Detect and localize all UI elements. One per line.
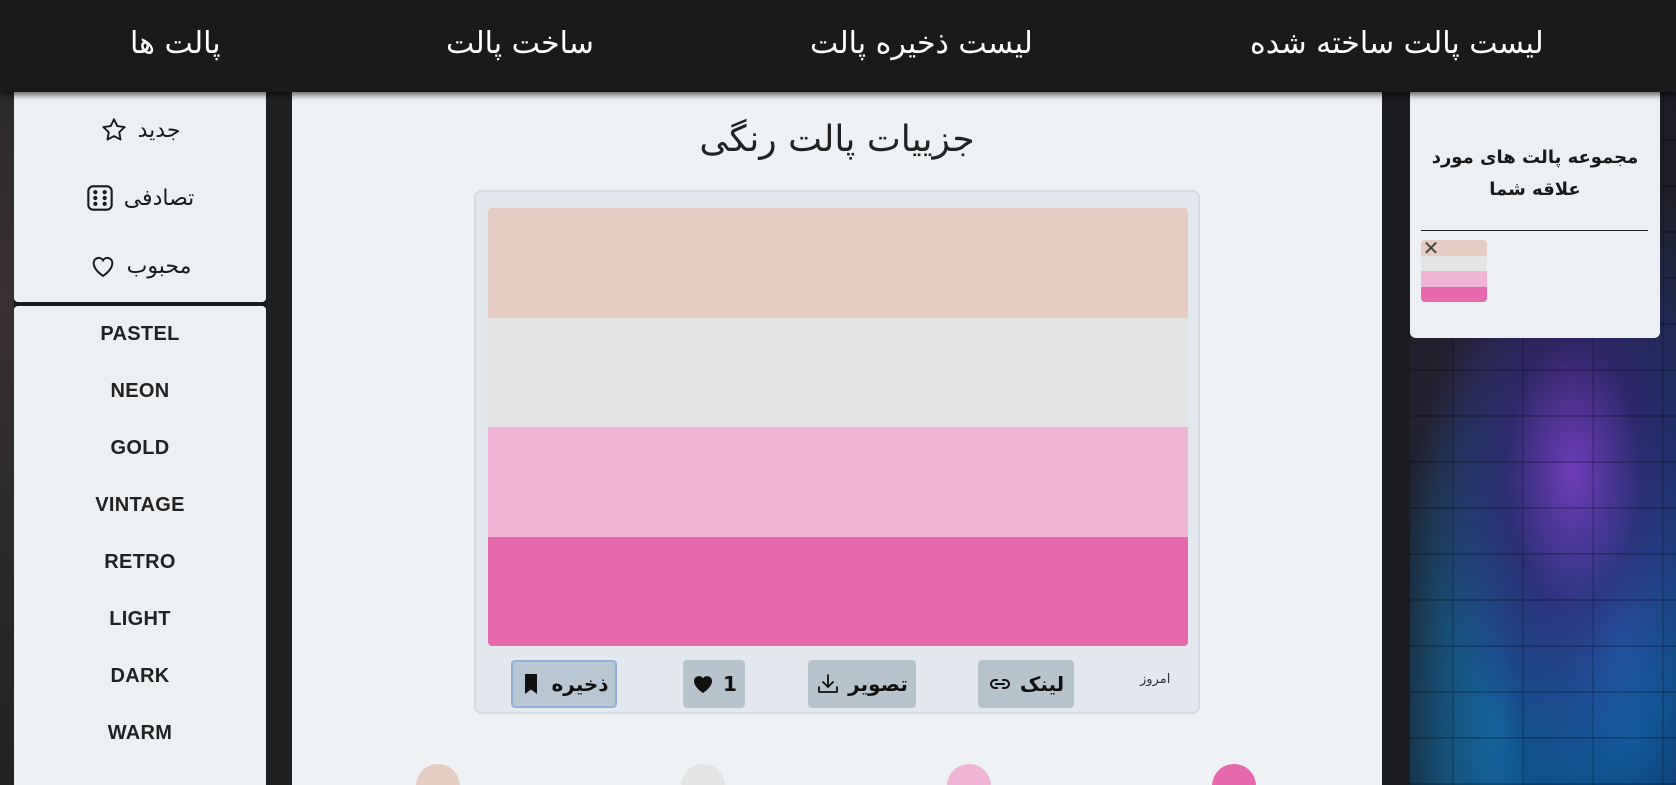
heart-icon <box>694 676 713 693</box>
thumb-swatch <box>1421 286 1487 302</box>
category-dark[interactable]: DARK <box>14 659 266 693</box>
divider <box>1421 230 1648 231</box>
nav-created-list[interactable]: لیست پالت ساخته شده <box>1250 22 1544 66</box>
save-button[interactable]: ذخیره <box>511 660 617 708</box>
palette-swatch[interactable] <box>488 208 1188 318</box>
image-label: تصویر <box>848 672 908 696</box>
palette-detail-panel: جزییات پالت رنگی ذخیره 1 تصویر لینک امرو… <box>292 92 1382 785</box>
bookmark-icon <box>525 674 538 694</box>
sidebar-item-new[interactable]: جدید <box>14 110 266 150</box>
heart-icon <box>92 256 113 278</box>
link-label: لینک <box>1019 672 1065 696</box>
top-navbar: پالت ها ساخت پالت لیست ذخیره پالت لیست پ… <box>0 0 1676 92</box>
link-icon <box>989 679 1010 689</box>
sidebar-item-label: محبوب <box>126 253 192 279</box>
favorites-title: مجموعه پالت های مورد علاقه شما <box>1431 147 1639 200</box>
background-left <box>0 90 14 785</box>
category-light[interactable]: LIGHT <box>14 602 266 636</box>
background-gutter-right <box>1382 90 1410 785</box>
category-retro[interactable]: RETRO <box>14 545 266 579</box>
close-icon[interactable]: ✕ <box>1421 238 1441 258</box>
sidebar-item-random[interactable]: تصادفی <box>14 178 266 218</box>
sidebar-sort-card: جدید تصادفی محبوب <box>14 92 266 302</box>
category-pastel[interactable]: PASTEL <box>14 317 266 351</box>
palette-swatch[interactable] <box>488 427 1188 537</box>
like-count: 1 <box>723 672 737 696</box>
sidebar-item-label: جدید <box>137 117 181 143</box>
nav-palettes[interactable]: پالت ها <box>130 22 221 66</box>
sidebar-item-label: تصادفی <box>123 185 195 211</box>
palette-swatch[interactable] <box>488 536 1188 646</box>
category-neon[interactable]: NEON <box>14 374 266 408</box>
category-gold[interactable]: GOLD <box>14 431 266 465</box>
palette-date: امروز <box>1140 672 1171 687</box>
color-dot[interactable] <box>416 764 460 785</box>
background-gutter <box>266 90 292 785</box>
download-image-button[interactable]: تصویر <box>808 660 916 708</box>
palette-card: ذخیره 1 تصویر لینک امروز <box>474 190 1200 714</box>
star-icon <box>102 118 126 141</box>
palette-swatch[interactable] <box>488 317 1188 427</box>
favorites-panel: مجموعه پالت های مورد علاقه شما ✕ <box>1410 92 1660 338</box>
page-title: جزییات پالت رنگی <box>699 119 975 160</box>
palette-preview <box>488 208 1188 646</box>
like-button[interactable]: 1 <box>683 660 745 708</box>
dice-icon <box>87 185 113 211</box>
nav-create-palette[interactable]: ساخت پالت <box>446 22 594 66</box>
color-dot[interactable] <box>681 764 725 785</box>
nav-saved-list[interactable]: لیست ذخیره پالت <box>810 22 1033 66</box>
thumb-swatch <box>1421 271 1487 287</box>
save-label: ذخیره <box>551 672 609 696</box>
category-vintage[interactable]: VINTAGE <box>14 488 266 522</box>
color-dot[interactable] <box>947 764 991 785</box>
color-dot[interactable] <box>1212 764 1256 785</box>
sidebar-item-popular[interactable]: محبوب <box>14 246 266 286</box>
sidebar-category-card: PASTEL NEON GOLD VINTAGE RETRO LIGHT DAR… <box>14 306 266 785</box>
category-warm[interactable]: WARM <box>14 716 266 750</box>
copy-link-button[interactable]: لینک <box>978 660 1074 708</box>
download-icon <box>818 674 839 693</box>
